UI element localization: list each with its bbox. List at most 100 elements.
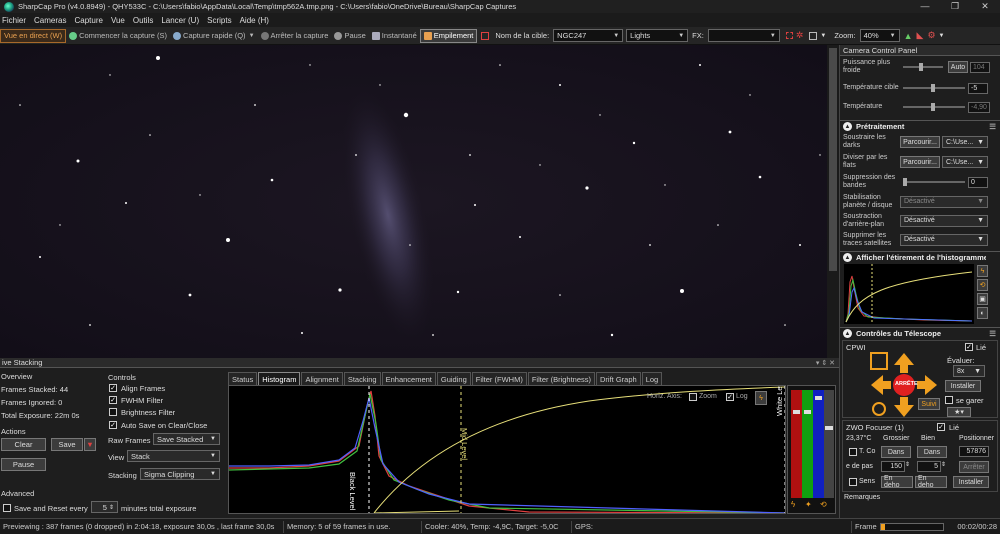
banding-slider[interactable] xyxy=(903,178,965,186)
live-view-button[interactable]: Vue en direct (W) xyxy=(0,28,67,43)
brightness-filter-checkbox[interactable] xyxy=(109,408,117,416)
close-icon[interactable]: ✕ xyxy=(970,1,1000,12)
roi-icon[interactable] xyxy=(785,32,793,39)
start-capture-button[interactable]: Commencer la capture (S) xyxy=(66,29,170,43)
stacking-method-select[interactable]: Sigma Clipping ▼ xyxy=(140,468,220,480)
pause-button[interactable]: Pause xyxy=(331,29,368,43)
target-reticle-icon[interactable] xyxy=(872,402,886,416)
camera-image-view[interactable] xyxy=(0,45,827,358)
frame-progress-bar[interactable] xyxy=(879,522,944,531)
reverse-checkbox[interactable] xyxy=(849,478,857,486)
tab-guiding[interactable]: Guiding xyxy=(436,372,471,385)
darks-browse-button[interactable]: Parcourir... xyxy=(900,136,940,148)
menu-outils[interactable]: Outils xyxy=(133,16,153,25)
menu-scripts[interactable]: Scripts xyxy=(207,16,231,25)
mount-options-button[interactable]: ★▾ xyxy=(947,407,971,417)
tab-filter-brightness[interactable]: Filter (Brightness) xyxy=(527,372,596,385)
quick-capture-button[interactable]: Capture rapide (Q) ▼ xyxy=(170,29,257,43)
auto-stretch-icon[interactable]: ϟ xyxy=(755,391,767,405)
menu-cameras[interactable]: Cameras xyxy=(34,16,66,25)
collapse-icon[interactable]: ▲ xyxy=(843,122,852,131)
luminance-level-bar[interactable] xyxy=(824,390,834,498)
flats-path-select[interactable]: C:\Use... ▼ xyxy=(942,156,988,168)
save-reset-checkbox[interactable] xyxy=(3,504,11,512)
fine-step-spinner-icon[interactable]: ⇕ xyxy=(941,461,946,468)
cooler-power-slider[interactable] xyxy=(903,63,943,71)
tab-status[interactable]: Status xyxy=(228,372,258,385)
move-icon[interactable]: ✦ xyxy=(805,500,812,509)
menu-capture[interactable]: Capture xyxy=(74,16,102,25)
red-level-bar[interactable] xyxy=(791,390,802,498)
menu-lancer[interactable]: Lancer (U) xyxy=(161,16,199,25)
save-icon[interactable]: ▣ xyxy=(977,293,988,305)
stacking-button[interactable]: Empilement xyxy=(419,28,478,43)
coarse-in-button[interactable]: Dans xyxy=(881,446,911,458)
save-options-chevron-icon[interactable]: ▼ xyxy=(84,438,96,451)
zoom-checkbox[interactable] xyxy=(689,393,697,401)
satellite-select[interactable]: Désactivé ▼ xyxy=(900,233,988,246)
position-input[interactable]: 57876 xyxy=(959,446,989,457)
north-arrow-icon[interactable] xyxy=(894,353,914,365)
maximize-icon[interactable]: ❐ xyxy=(940,1,970,12)
blue-level-handle[interactable] xyxy=(815,396,822,400)
menu-vue[interactable]: Vue xyxy=(111,16,125,25)
tab-histogram[interactable]: Histogram xyxy=(258,372,301,385)
reset-icon[interactable]: ⟲ xyxy=(977,279,988,291)
stabilize-select[interactable]: Désactivé ▼ xyxy=(900,195,988,208)
coarse-out-button[interactable]: En deho xyxy=(881,475,913,489)
target-temp-input[interactable]: -5 xyxy=(968,82,988,94)
contrast-icon[interactable]: ◐ xyxy=(977,307,988,319)
focuser-install-button[interactable]: Installer xyxy=(953,476,989,488)
grid-icon[interactable] xyxy=(809,31,818,40)
stop-capture-button[interactable]: Arrêter la capture xyxy=(258,29,332,43)
west-arrow-icon[interactable] xyxy=(871,375,883,395)
zoom-select[interactable]: 40% ▼ xyxy=(859,29,900,42)
fx-select[interactable]: ▼ xyxy=(707,29,780,42)
raw-frames-select[interactable]: Save Stacked ▼ xyxy=(153,433,220,445)
green-level-bar[interactable] xyxy=(802,390,813,498)
banding-value[interactable]: 0 xyxy=(968,176,988,188)
green-level-handle[interactable] xyxy=(804,410,811,414)
image-vertical-scrollbar[interactable] xyxy=(827,45,839,358)
view-select[interactable]: Stack ▼ xyxy=(127,450,220,462)
auto-level-icon[interactable]: ϟ xyxy=(791,500,795,509)
tab-stacking[interactable]: Stacking xyxy=(343,372,381,385)
flats-browse-button[interactable]: Parcourir... xyxy=(900,156,940,168)
tracking-button[interactable]: Suivi xyxy=(918,398,940,410)
chevron-down-icon[interactable]: ▼ xyxy=(939,33,945,39)
snapshot-button[interactable]: Instantané xyxy=(369,29,420,43)
auto-stretch-icon[interactable]: ϟ xyxy=(977,265,988,277)
settings-icon[interactable]: ⚙ xyxy=(927,30,935,41)
collapse-icon[interactable]: ▲ xyxy=(843,253,852,262)
focuser-stop-button[interactable]: Arrêter xyxy=(959,461,989,473)
spinner-icon[interactable]: ⇕ xyxy=(109,504,114,511)
stretch-histogram[interactable] xyxy=(844,264,974,324)
flag-icon[interactable]: ◣ xyxy=(917,30,924,41)
chevron-down-icon[interactable]: ▼ xyxy=(249,33,255,39)
fwhm-filter-checkbox[interactable]: ✓ xyxy=(109,396,117,404)
histogram-icon[interactable]: ▲ xyxy=(904,31,913,41)
east-arrow-icon[interactable] xyxy=(925,375,937,395)
rate-select[interactable]: 8x ▼ xyxy=(953,365,985,377)
mount-stop-label[interactable]: ARRÊTE xyxy=(895,381,918,387)
log-checkbox[interactable]: ✓ xyxy=(726,393,734,401)
south-arrow-icon[interactable] xyxy=(894,405,914,417)
tab-enhancement[interactable]: Enhancement xyxy=(381,372,436,385)
cooler-auto-button[interactable]: Auto xyxy=(948,61,968,73)
mount-linked-checkbox[interactable]: ✓ xyxy=(965,343,973,351)
fine-out-button[interactable]: En deho xyxy=(915,475,947,489)
menu-aide[interactable]: Aide (H) xyxy=(240,16,269,25)
blue-level-bar[interactable] xyxy=(813,390,824,498)
target-temp-slider[interactable] xyxy=(903,84,965,92)
mount-install-button[interactable]: Installer xyxy=(945,380,981,392)
clear-button[interactable]: Clear xyxy=(1,438,46,451)
scrollbar-thumb[interactable] xyxy=(829,48,837,271)
fine-in-button[interactable]: Dans xyxy=(917,446,947,458)
coarse-step-spinner-icon[interactable]: ⇕ xyxy=(905,461,910,468)
section-menu-icon[interactable]: ☰ xyxy=(989,122,996,131)
background-select[interactable]: Désactivé ▼ xyxy=(900,214,988,227)
coarse-step-input[interactable]: 150 xyxy=(881,461,905,472)
temp-comp-checkbox[interactable] xyxy=(849,448,857,456)
chevron-down-icon[interactable]: ▼ xyxy=(820,33,826,39)
panel-controls-icon[interactable]: ▾ ⇕ ✕ xyxy=(816,359,835,367)
